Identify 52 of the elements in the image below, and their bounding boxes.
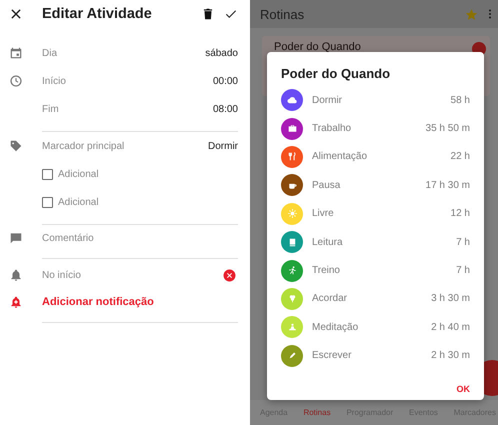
- notification-label: No início: [42, 270, 81, 280]
- duration: 17 h 30 m: [426, 180, 470, 191]
- checkbox-label: Adicional: [58, 196, 99, 208]
- dialog-title: Poder do Quando: [281, 66, 392, 83]
- field-label: Marcador principal: [42, 140, 124, 152]
- checkbox[interactable]: [42, 196, 53, 208]
- duration: 2 h 30 m: [431, 350, 470, 362]
- field-value[interactable]: sábado: [205, 48, 238, 58]
- trash-icon[interactable]: [201, 7, 215, 21]
- category-name: Leitura: [312, 236, 343, 248]
- field-label: Fim: [42, 104, 59, 114]
- category-name: Acordar: [312, 293, 348, 304]
- close-icon[interactable]: [9, 7, 23, 21]
- category-name: Trabalho: [312, 123, 352, 134]
- duration: 58 h: [450, 94, 470, 106]
- field-value[interactable]: Dormir: [208, 140, 238, 152]
- card-title: Poder do Quando: [274, 41, 361, 53]
- remove-icon[interactable]: [223, 268, 236, 282]
- category-name: Escrever: [312, 350, 352, 362]
- ok-button[interactable]: OK: [456, 378, 470, 400]
- duration: 3 h 30 m: [431, 293, 470, 304]
- field-label: Dia: [42, 48, 58, 58]
- calendar-icon: [9, 46, 23, 60]
- checkbox[interactable]: [42, 168, 53, 180]
- bell-icon: [9, 268, 23, 282]
- clock-icon: [9, 74, 23, 88]
- field-value[interactable]: 00:00: [212, 76, 238, 86]
- field-value[interactable]: 08:00: [212, 104, 238, 114]
- nav-tab[interactable]: Rotinas: [303, 408, 331, 417]
- checkbox-label: Adicional: [58, 168, 99, 180]
- comment-field[interactable]: Comentário: [42, 232, 222, 244]
- category-name: Treino: [312, 265, 340, 276]
- field-label: Início: [42, 76, 66, 86]
- category-name: Pausa: [312, 180, 340, 191]
- category-name: Dormir: [312, 94, 342, 106]
- more-icon[interactable]: [488, 8, 492, 20]
- tag-icon: [9, 139, 23, 153]
- duration: 35 h 50 m: [426, 123, 470, 134]
- category-name: Meditação: [312, 322, 358, 333]
- bell-plus-icon: [9, 295, 23, 309]
- duration: 22 h: [450, 151, 470, 162]
- comment-icon: [9, 231, 23, 245]
- screen-title: Editar Atividade: [42, 6, 152, 22]
- add-notification-link[interactable]: Adicionar notificação: [42, 296, 154, 308]
- screen-title: Rotinas: [260, 6, 304, 22]
- duration: 12 h: [450, 208, 470, 220]
- duration: 7 h: [456, 236, 470, 248]
- star-icon[interactable]: [465, 8, 478, 20]
- duration: 7 h: [456, 265, 470, 276]
- category-name: Livre: [312, 208, 334, 220]
- category-name: Alimentação: [312, 151, 368, 162]
- duration: 2 h 40 m: [431, 322, 470, 333]
